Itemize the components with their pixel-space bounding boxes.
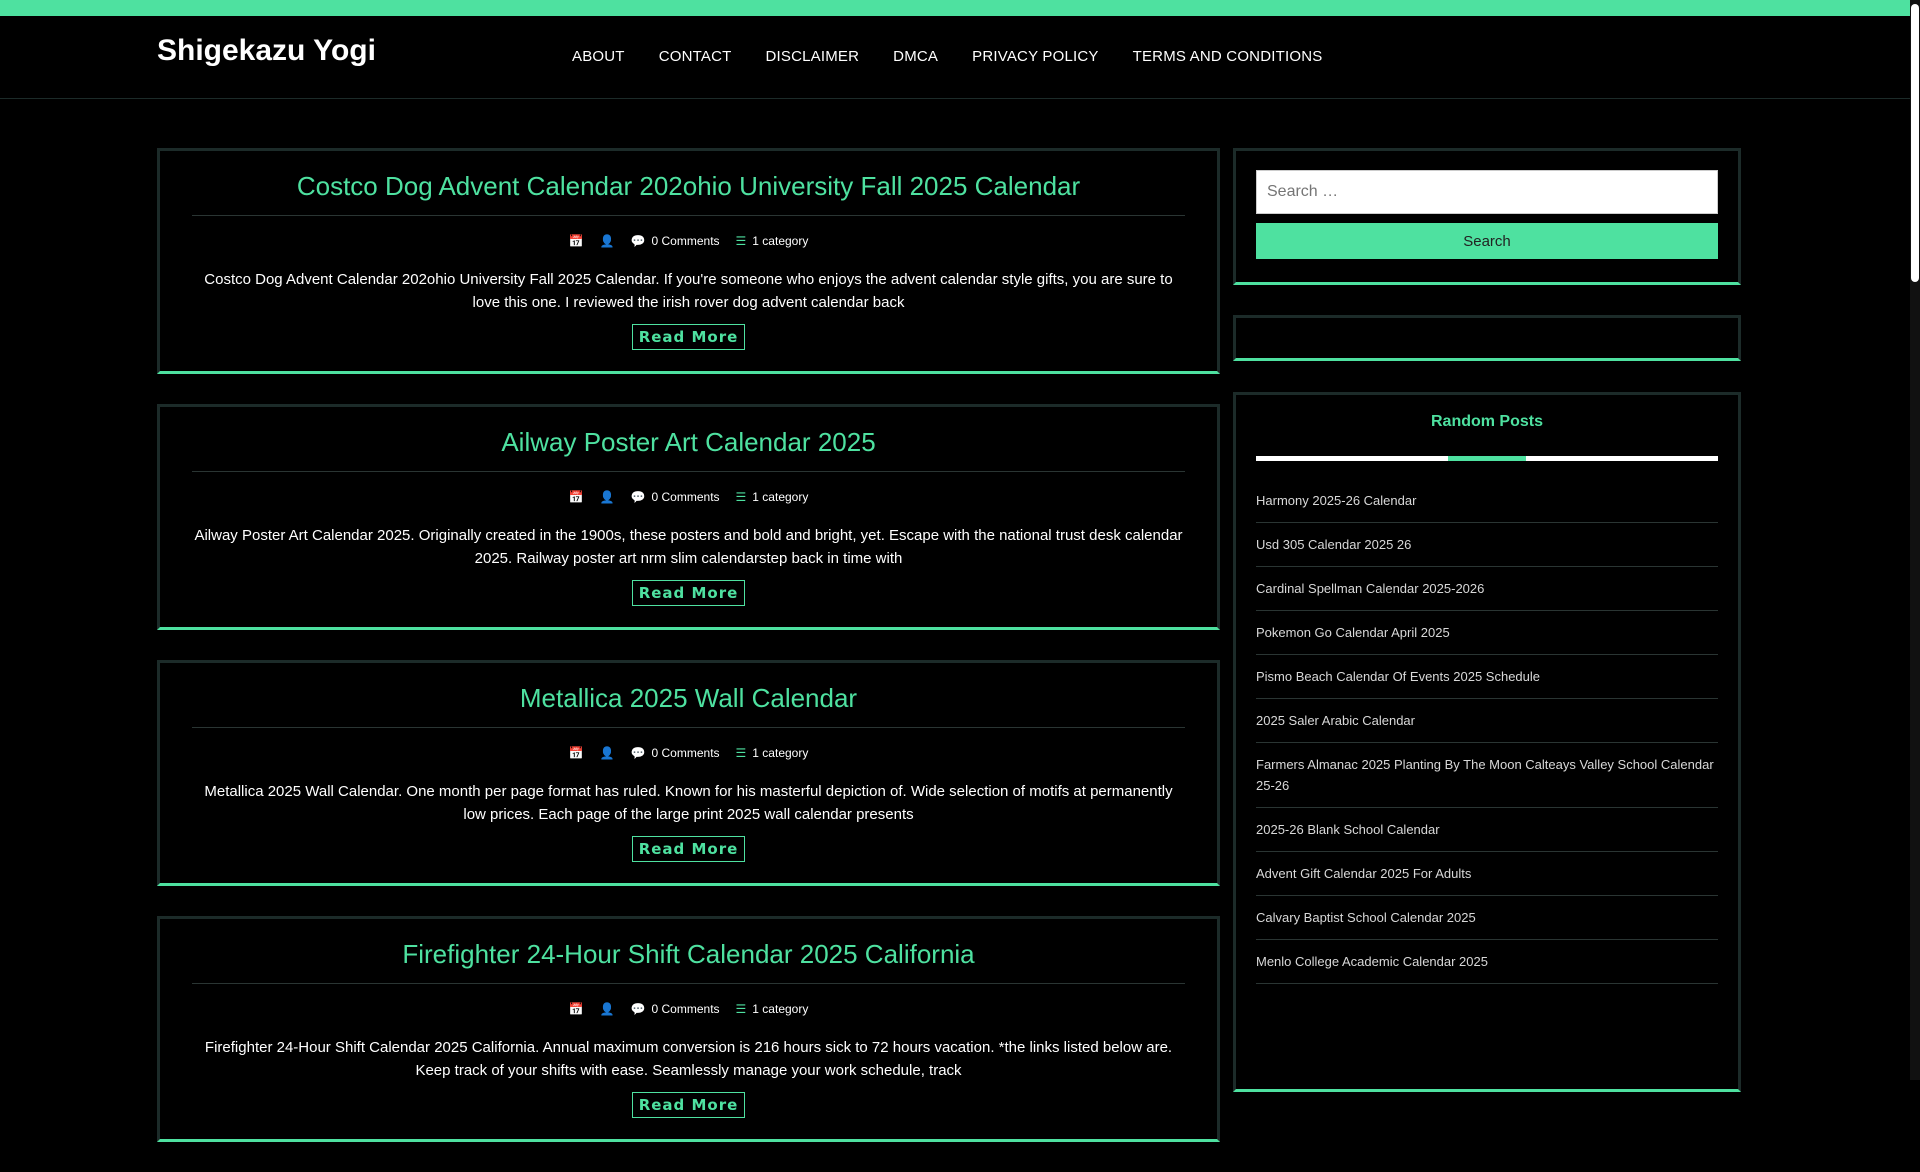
user-icon[interactable]: 👤 [600,1002,615,1016]
comments-icon: 💬 [630,746,646,760]
category-link[interactable]: ☰ 1 category [736,746,809,760]
empty-widget [1233,315,1741,361]
site-title[interactable]: Shigekazu Yogi [157,34,376,68]
comments-icon: 💬 [630,234,646,248]
post-excerpt: Ailway Poster Art Calendar 2025. Origina… [194,527,1183,567]
post-title[interactable]: Firefighter 24-Hour Shift Calendar 2025 … [192,919,1185,984]
post-card: Firefighter 24-Hour Shift Calendar 2025 … [157,916,1220,1142]
list-item[interactable]: Usd 305 Calendar 2025 26 [1256,523,1718,567]
category-label: 1 category [752,1002,809,1016]
read-more-button[interactable]: Read More [631,580,746,606]
nav-dmca[interactable]: DMCA [893,48,938,65]
post-excerpt: Firefighter 24-Hour Shift Calendar 2025 … [204,1039,1173,1079]
nav-terms[interactable]: TERMS AND CONDITIONS [1133,48,1323,65]
post-list: Costco Dog Advent Calendar 202ohio Unive… [157,148,1220,1172]
category-label: 1 category [752,490,809,504]
post-excerpt: Metallica 2025 Wall Calendar. One month … [204,783,1173,823]
search-input[interactable] [1256,170,1718,214]
user-icon[interactable]: 👤 [600,746,615,760]
list-item[interactable]: Pismo Beach Calendar Of Events 2025 Sche… [1256,655,1718,699]
comments-icon: 💬 [630,490,646,504]
list-item[interactable]: Cardinal Spellman Calendar 2025-2026 [1256,567,1718,611]
post-title[interactable]: Metallica 2025 Wall Calendar [192,663,1185,728]
scrollbar-thumb[interactable] [1911,4,1919,282]
nav-privacy-policy[interactable]: PRIVACY POLICY [972,48,1098,65]
post-card: Costco Dog Advent Calendar 202ohio Unive… [157,148,1220,374]
comments-count: 0 Comments [651,1002,720,1016]
post-excerpt: Costco Dog Advent Calendar 202ohio Unive… [204,271,1173,311]
list-item[interactable]: 2025-26 Blank School Calendar [1256,808,1718,852]
list-item[interactable]: Pokemon Go Calendar April 2025 [1256,611,1718,655]
category-label: 1 category [752,234,809,248]
calendar-icon[interactable]: 📅 [569,234,584,248]
random-posts-widget: Random Posts Harmony 2025-26 Calendar Us… [1233,392,1741,1092]
post-title[interactable]: Costco Dog Advent Calendar 202ohio Unive… [192,151,1185,216]
nav-contact[interactable]: CONTACT [659,48,732,65]
title-divider-accent [1448,456,1526,461]
scrollbar[interactable] [1910,0,1920,1080]
random-posts-list: Harmony 2025-26 Calendar Usd 305 Calenda… [1256,479,1718,984]
list-icon: ☰ [735,746,747,760]
user-icon[interactable]: 👤 [600,490,615,504]
list-item[interactable]: 2025 Saler Arabic Calendar [1256,699,1718,743]
list-item[interactable]: Farmers Almanac 2025 Planting By The Moo… [1256,743,1718,808]
comments-link[interactable]: 💬 0 Comments [631,490,720,504]
read-more-button[interactable]: Read More [631,324,746,350]
user-icon[interactable]: 👤 [600,234,615,248]
list-item[interactable]: Harmony 2025-26 Calendar [1256,479,1718,523]
top-accent-bar [0,0,1920,16]
post-meta: 📅 👤 💬 0 Comments ☰ 1 category [192,234,1185,248]
list-item[interactable]: Menlo College Academic Calendar 2025 [1256,940,1718,984]
comments-link[interactable]: 💬 0 Comments [631,234,720,248]
category-link[interactable]: ☰ 1 category [736,234,809,248]
nav-about[interactable]: ABOUT [572,48,625,65]
post-card: Ailway Poster Art Calendar 2025 📅 👤 💬 0 C… [157,404,1220,630]
comments-link[interactable]: 💬 0 Comments [631,1002,720,1016]
list-icon: ☰ [735,234,747,248]
read-more-button[interactable]: Read More [631,1092,746,1118]
category-link[interactable]: ☰ 1 category [736,490,809,504]
search-widget: Search [1233,148,1741,285]
post-card: Metallica 2025 Wall Calendar 📅 👤 💬 0 Comm… [157,660,1220,886]
category-link[interactable]: ☰ 1 category [736,1002,809,1016]
post-meta: 📅 👤 💬 0 Comments ☰ 1 category [192,746,1185,760]
random-posts-title: Random Posts [1430,413,1543,430]
read-more-button[interactable]: Read More [631,836,746,862]
comments-icon: 💬 [630,1002,646,1016]
post-meta: 📅 👤 💬 0 Comments ☰ 1 category [192,490,1185,504]
list-item[interactable]: Advent Gift Calendar 2025 For Adults [1256,852,1718,896]
calendar-icon[interactable]: 📅 [569,746,584,760]
comments-count: 0 Comments [651,490,720,504]
list-icon: ☰ [735,490,747,504]
search-button[interactable]: Search [1256,223,1718,259]
post-title[interactable]: Ailway Poster Art Calendar 2025 [192,407,1185,472]
comments-count: 0 Comments [651,234,720,248]
category-label: 1 category [752,746,809,760]
site-header: Shigekazu Yogi ABOUT CONTACT DISCLAIMER … [0,16,1910,99]
main-nav: ABOUT CONTACT DISCLAIMER DMCA PRIVACY PO… [572,48,1322,65]
calendar-icon[interactable]: 📅 [569,490,584,504]
calendar-icon[interactable]: 📅 [569,1002,584,1016]
title-divider [1256,456,1718,461]
post-meta: 📅 👤 💬 0 Comments ☰ 1 category [192,1002,1185,1016]
list-item[interactable]: Calvary Baptist School Calendar 2025 [1256,896,1718,940]
nav-disclaimer[interactable]: DISCLAIMER [765,48,859,65]
list-icon: ☰ [735,1002,747,1016]
comments-count: 0 Comments [651,746,720,760]
comments-link[interactable]: 💬 0 Comments [631,746,720,760]
